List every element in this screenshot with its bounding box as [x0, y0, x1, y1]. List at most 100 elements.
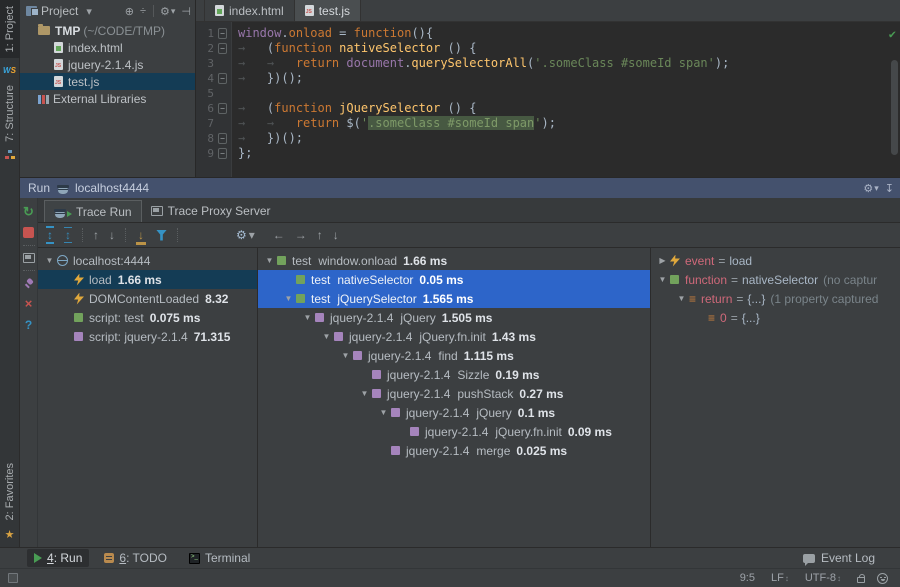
- minimize-tool-window-icon[interactable]: [885, 182, 894, 195]
- project-tree-item[interactable]: test.js: [20, 73, 195, 90]
- collapse-all-icon[interactable]: [64, 228, 72, 242]
- fold-marker-icon[interactable]: [217, 30, 228, 38]
- call-tree-row[interactable]: testjQuerySelector1.565 ms: [258, 289, 650, 308]
- event-log-button[interactable]: Event Log: [796, 549, 882, 567]
- code-line[interactable]: };: [238, 146, 900, 161]
- tree-expand-arrow-icon[interactable]: [300, 313, 315, 322]
- navigate-down-icon[interactable]: [333, 228, 339, 242]
- tree-expand-arrow-icon[interactable]: [338, 351, 353, 360]
- inspection-ok-icon[interactable]: [889, 27, 896, 41]
- tool-window-settings-gear-icon[interactable]: [863, 182, 873, 195]
- project-tree-item[interactable]: index.html: [20, 39, 195, 56]
- project-settings-gear-icon[interactable]: [160, 5, 170, 18]
- navigate-up-icon[interactable]: [317, 228, 323, 242]
- fold-marker-icon[interactable]: [217, 45, 228, 53]
- call-tree-row[interactable]: jquery-2.1.4jQuery.fn.init0.09 ms: [258, 422, 650, 441]
- tool-window-button-todo[interactable]: 6: TODO: [97, 549, 174, 567]
- project-tree-item[interactable]: External Libraries: [20, 90, 195, 107]
- stop-icon[interactable]: [23, 227, 34, 238]
- code-line[interactable]: → → return document.querySelectorAll('.s…: [238, 56, 900, 71]
- project-tree-item[interactable]: jquery-2.1.4.js: [20, 56, 195, 73]
- caret-position[interactable]: 9:5: [740, 572, 755, 584]
- fold-marker-icon[interactable]: [217, 105, 228, 113]
- export-icon[interactable]: [136, 228, 146, 242]
- run-tool-window-header[interactable]: Run localhost4444: [20, 178, 900, 198]
- stream-tree-row[interactable]: DOMContentLoaded8.32: [38, 289, 257, 308]
- previous-trace-icon[interactable]: [93, 228, 99, 242]
- code-line[interactable]: [238, 86, 900, 101]
- tree-expand-arrow-icon[interactable]: [262, 256, 277, 265]
- hide-panel-icon[interactable]: [181, 5, 191, 18]
- readonly-lock-icon[interactable]: [857, 577, 865, 583]
- stream-tree-row[interactable]: script: test0.075 ms: [38, 308, 257, 327]
- next-trace-icon[interactable]: [109, 228, 115, 242]
- filter-icon[interactable]: [156, 230, 167, 241]
- tree-expand-arrow-icon[interactable]: [42, 256, 57, 265]
- navigate-forward-icon[interactable]: [295, 228, 307, 242]
- capture-tree-row[interactable]: event=load: [651, 251, 900, 270]
- code-line[interactable]: → (function nativeSelector () {: [238, 41, 900, 56]
- fold-marker-icon[interactable]: [217, 150, 228, 158]
- rerun-icon[interactable]: [23, 204, 34, 220]
- editor-tab-index-html[interactable]: index.html: [204, 0, 295, 21]
- hector-inspector-icon[interactable]: [877, 573, 888, 584]
- locate-file-icon[interactable]: [125, 5, 134, 18]
- help-icon[interactable]: [25, 318, 32, 332]
- stripe-button-project[interactable]: 1: Project: [0, 0, 20, 58]
- call-tree-row[interactable]: testwindow.onload1.66 ms: [258, 251, 650, 270]
- capture-tree-row[interactable]: function=nativeSelector(no captur: [651, 270, 900, 289]
- stripe-button-structure[interactable]: 7: Structure: [0, 79, 20, 165]
- code-line[interactable]: window.onload = function(){: [238, 26, 900, 41]
- pin-tab-icon[interactable]: [23, 278, 34, 289]
- tool-window-button-run[interactable]: 4: Run: [27, 549, 89, 567]
- tree-expand-arrow-icon[interactable]: [376, 408, 391, 417]
- close-icon[interactable]: [25, 296, 33, 311]
- expand-all-icon[interactable]: [46, 228, 54, 242]
- fold-marker-icon[interactable]: [217, 75, 228, 83]
- tree-expand-arrow-icon[interactable]: [281, 294, 296, 303]
- tool-window-quick-access-icon[interactable]: [8, 573, 18, 583]
- code-line[interactable]: → })();: [238, 131, 900, 146]
- tree-expand-arrow-icon[interactable]: [674, 294, 689, 303]
- code-line[interactable]: → })();: [238, 71, 900, 86]
- encoding-indicator[interactable]: UTF-8: [805, 572, 841, 584]
- capture-tree-row[interactable]: 0={...}: [651, 308, 900, 327]
- project-view-dropdown-icon[interactable]: [86, 5, 92, 18]
- tree-expand-arrow-icon[interactable]: [655, 275, 670, 284]
- call-tree-row[interactable]: jquery-2.1.4jQuery1.505 ms: [258, 308, 650, 327]
- trace-settings-gear-icon[interactable]: [236, 228, 247, 242]
- call-tree-row[interactable]: jquery-2.1.4jQuery0.1 ms: [258, 403, 650, 422]
- console-icon[interactable]: [23, 253, 35, 263]
- collapse-all-icon[interactable]: [140, 5, 146, 17]
- project-tree-item[interactable]: TMP (~/CODE/TMP): [20, 22, 195, 39]
- tab-trace-proxy-server[interactable]: Trace Proxy Server: [142, 200, 280, 222]
- fold-marker-icon[interactable]: [217, 135, 228, 143]
- tool-window-button-terminal[interactable]: Terminal: [182, 549, 257, 567]
- line-separator-indicator[interactable]: LF: [771, 572, 789, 584]
- code-line[interactable]: → → return $('.someClass #someId span');: [238, 116, 900, 131]
- stream-tree-row[interactable]: load1.66 ms: [38, 270, 257, 289]
- call-tree-row[interactable]: jquery-2.1.4merge0.025 ms: [258, 441, 650, 460]
- capture-tree-row[interactable]: return={...}(1 property captured: [651, 289, 900, 308]
- tree-expand-arrow-icon[interactable]: [655, 256, 670, 265]
- tree-expand-arrow-icon[interactable]: [357, 389, 372, 398]
- call-tree-row[interactable]: jquery-2.1.4find1.115 ms: [258, 346, 650, 365]
- gear-dropdown-icon[interactable]: [249, 228, 255, 242]
- code-text[interactable]: window.onload = function(){→ (function n…: [232, 22, 900, 177]
- navigate-back-icon[interactable]: [273, 228, 285, 242]
- tree-expand-arrow-icon[interactable]: [319, 332, 334, 341]
- call-tree-row[interactable]: jquery-2.1.4Sizzle0.19 ms: [258, 365, 650, 384]
- call-tree-row[interactable]: jquery-2.1.4pushStack0.27 ms: [258, 384, 650, 403]
- stripe-button-favorites[interactable]: 2: Favorites: [0, 457, 20, 547]
- code-editor[interactable]: 123456789 window.onload = function(){→ (…: [196, 22, 900, 177]
- call-tree-row[interactable]: testnativeSelector0.05 ms: [258, 270, 650, 289]
- tab-trace-run[interactable]: Trace Run: [44, 200, 142, 222]
- gear-dropdown-icon[interactable]: [171, 6, 176, 17]
- settings-dropdown-icon[interactable]: [874, 183, 879, 194]
- editor-tab-test-js[interactable]: test.js: [295, 0, 361, 21]
- call-tree-row[interactable]: jquery-2.1.4jQuery.fn.init1.43 ms: [258, 327, 650, 346]
- stream-tree-row[interactable]: script: jquery-2.1.471.315: [38, 327, 257, 346]
- stream-tree-row[interactable]: localhost:4444: [38, 251, 257, 270]
- editor-scrollbar[interactable]: [890, 44, 899, 174]
- code-line[interactable]: → (function jQuerySelector () {: [238, 101, 900, 116]
